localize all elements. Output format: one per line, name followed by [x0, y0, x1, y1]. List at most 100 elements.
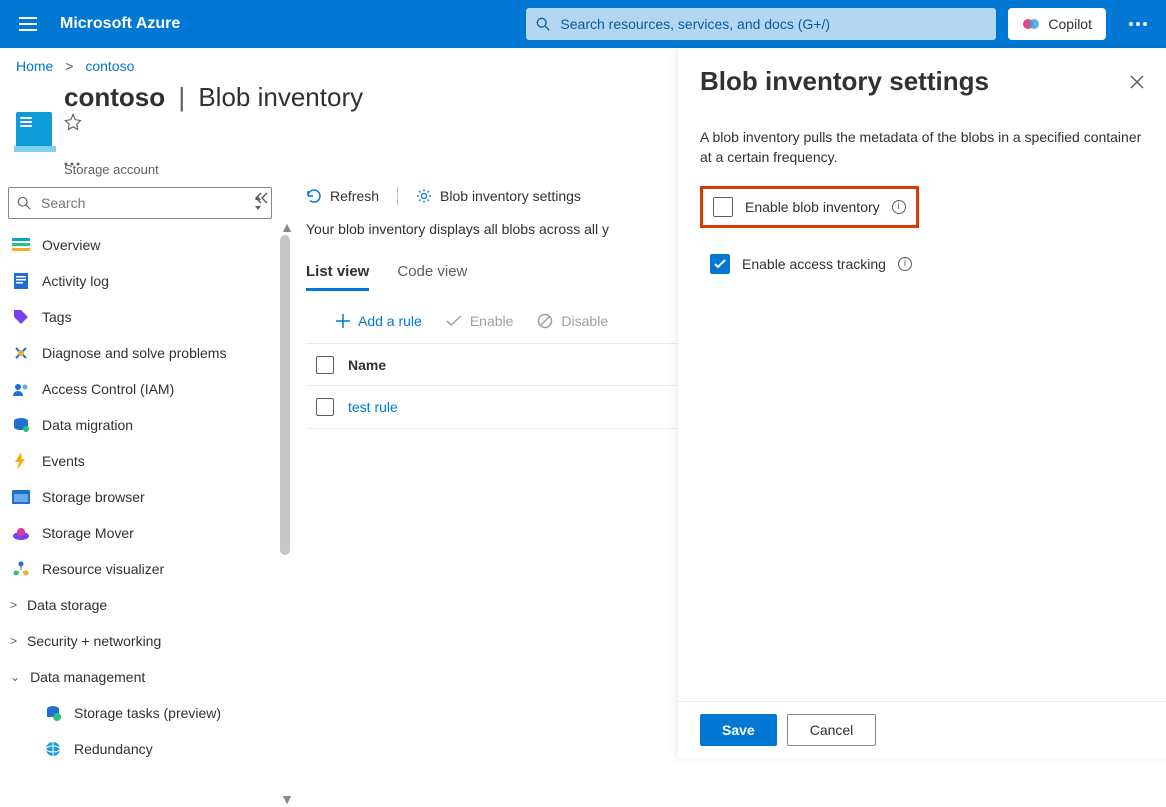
check-icon	[446, 315, 462, 327]
favorite-button[interactable]	[64, 113, 377, 131]
sidebar-item-overview[interactable]: Overview	[8, 227, 272, 263]
section-name: Blob inventory	[198, 82, 363, 112]
refresh-label: Refresh	[330, 188, 379, 204]
prohibit-icon	[537, 313, 553, 329]
add-rule-button[interactable]: Add a rule	[336, 313, 422, 329]
sidebar-item-label: Diagnose and solve problems	[42, 345, 226, 361]
panel-description: A blob inventory pulls the metadata of t…	[700, 127, 1144, 168]
enable-inventory-checkbox[interactable]	[713, 197, 733, 217]
iam-icon	[12, 380, 30, 398]
chevron-right-icon: >	[10, 598, 17, 612]
breadcrumb-separator: >	[65, 58, 73, 74]
toolbar-divider	[397, 187, 398, 205]
save-button[interactable]: Save	[700, 714, 777, 746]
sidebar-section-data-storage[interactable]: > Data storage	[8, 587, 272, 623]
panel-body: A blob inventory pulls the metadata of t…	[678, 97, 1166, 701]
events-icon	[12, 452, 30, 470]
sidebar-item-storage-browser[interactable]: Storage browser	[8, 479, 272, 515]
cancel-button[interactable]: Cancel	[787, 714, 877, 746]
enable-inventory-label: Enable blob inventory	[745, 199, 880, 215]
row-checkbox[interactable]	[316, 398, 334, 416]
sidebar-section-label: Data storage	[27, 597, 107, 613]
refresh-button[interactable]: Refresh	[306, 188, 379, 204]
sidebar-section-data-management[interactable]: ⌄ Data management	[8, 659, 272, 695]
sidebar-item-data-migration[interactable]: Data migration	[8, 407, 272, 443]
diagnose-icon	[12, 344, 30, 362]
enable-label: Enable	[470, 313, 514, 329]
ellipsis-icon	[1129, 22, 1147, 26]
rule-name-link[interactable]: test rule	[348, 399, 398, 415]
log-icon	[12, 272, 30, 290]
copilot-button[interactable]: Copilot	[1008, 8, 1106, 40]
mover-icon	[12, 524, 30, 542]
visualizer-icon	[12, 560, 30, 578]
enable-button[interactable]: Enable	[446, 313, 514, 329]
sidebar-search-input[interactable]	[39, 194, 245, 212]
sidebar-item-resource-visualizer[interactable]: Resource visualizer	[8, 551, 272, 587]
settings-label: Blob inventory settings	[440, 188, 581, 204]
sidebar-section-security-networking[interactable]: > Security + networking	[8, 623, 272, 659]
sidebar-search[interactable]	[8, 187, 272, 219]
info-icon[interactable]: i	[898, 257, 912, 271]
option-enable-tracking: Enable access tracking i	[700, 246, 922, 282]
disable-button[interactable]: Disable	[537, 313, 608, 329]
sidebar-item-label: Storage tasks (preview)	[74, 705, 221, 721]
sidebar-item-label: Activity log	[42, 273, 109, 289]
panel-title: Blob inventory settings	[700, 66, 989, 97]
sidebar-item-tags[interactable]: Tags	[8, 299, 272, 335]
chevron-right-icon: >	[10, 634, 17, 648]
sidebar-item-label: Redundancy	[74, 741, 153, 757]
storage-account-icon	[16, 112, 52, 148]
header-more-button[interactable]	[1118, 4, 1158, 44]
sidebar-item-redundancy[interactable]: Redundancy	[8, 731, 272, 767]
copilot-label: Copilot	[1048, 16, 1092, 32]
option-enable-inventory: Enable blob inventory i	[700, 186, 919, 228]
migration-icon	[12, 416, 30, 434]
sidebar-item-storage-mover[interactable]: Storage Mover	[8, 515, 272, 551]
breadcrumb-resource[interactable]: contoso	[85, 58, 134, 74]
resource-subtype: Storage account	[64, 162, 377, 177]
tasks-icon	[44, 704, 62, 722]
plus-icon	[336, 314, 350, 328]
panel-header: Blob inventory settings	[678, 48, 1166, 97]
page-title: contoso | Blob inventory	[64, 82, 377, 166]
redundancy-icon	[44, 740, 62, 758]
global-search[interactable]	[526, 8, 996, 40]
global-search-input[interactable]	[558, 15, 986, 33]
add-rule-label: Add a rule	[358, 313, 422, 329]
gear-icon	[416, 188, 432, 204]
sidebar-item-iam[interactable]: Access Control (IAM)	[8, 371, 272, 407]
resource-name: contoso	[64, 82, 165, 112]
panel-close-button[interactable]	[1130, 75, 1144, 89]
breadcrumb-home[interactable]: Home	[16, 58, 53, 74]
sidebar-item-label: Resource visualizer	[42, 561, 164, 577]
enable-tracking-label: Enable access tracking	[742, 256, 886, 272]
sidebar-item-storage-tasks[interactable]: Storage tasks (preview)	[8, 695, 272, 731]
tags-icon	[12, 308, 30, 326]
search-icon	[17, 196, 31, 210]
global-header: Microsoft Azure Copilot	[0, 0, 1166, 48]
sidebar-item-events[interactable]: Events	[8, 443, 272, 479]
info-icon[interactable]: i	[892, 200, 906, 214]
hamburger-menu[interactable]	[8, 4, 48, 44]
tab-list-view[interactable]: List view	[306, 263, 369, 291]
disable-label: Disable	[561, 313, 608, 329]
select-all-checkbox[interactable]	[316, 356, 334, 374]
tab-code-view[interactable]: Code view	[397, 263, 467, 291]
settings-panel: Blob inventory settings A blob inventory…	[678, 48, 1166, 758]
copilot-icon	[1022, 15, 1040, 33]
overview-icon	[12, 236, 30, 254]
browser-icon	[12, 488, 30, 506]
sidebar-item-diagnose[interactable]: Diagnose and solve problems	[8, 335, 272, 371]
sidebar-item-activity-log[interactable]: Activity log	[8, 263, 272, 299]
sidebar-item-label: Tags	[42, 309, 72, 325]
enable-tracking-checkbox[interactable]	[710, 254, 730, 274]
settings-button[interactable]: Blob inventory settings	[416, 188, 581, 204]
sidebar-collapse-button[interactable]	[254, 191, 268, 205]
search-icon	[536, 17, 550, 31]
chevron-down-icon: ⌄	[10, 670, 20, 684]
column-header-name: Name	[348, 357, 386, 373]
sidebar-item-label: Overview	[42, 237, 100, 253]
sidebar-section-label: Security + networking	[27, 633, 161, 649]
sidebar-item-label: Data migration	[42, 417, 133, 433]
